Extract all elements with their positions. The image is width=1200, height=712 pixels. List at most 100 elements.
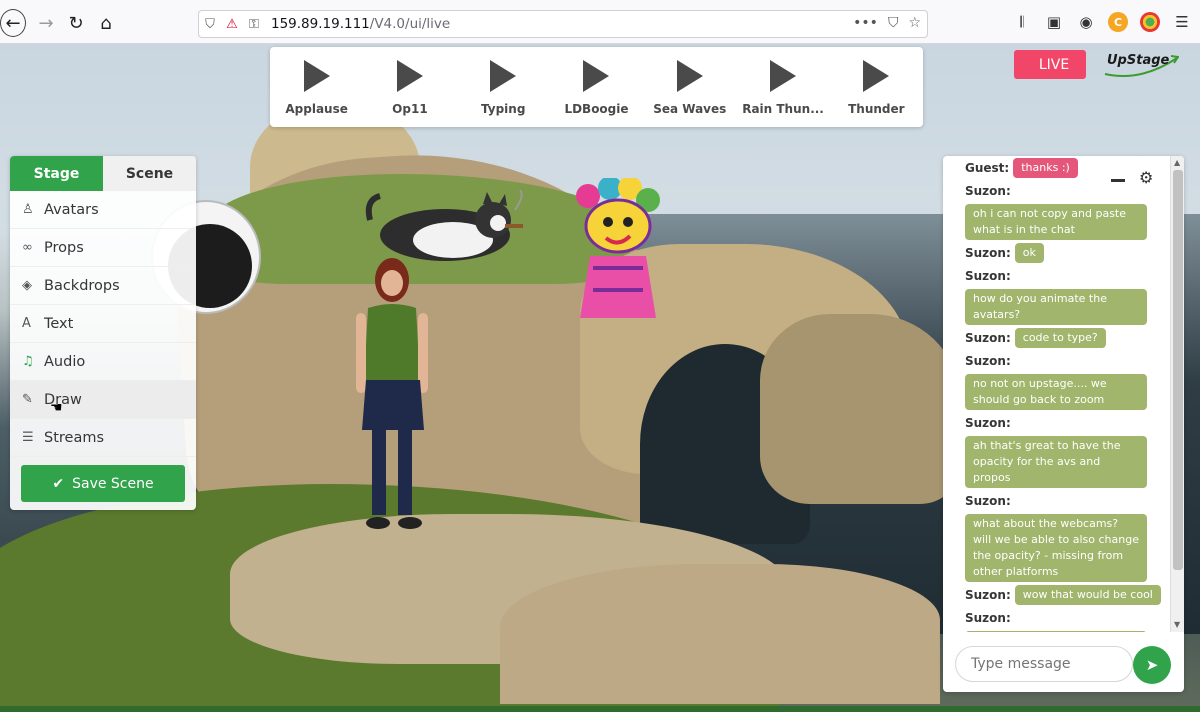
- reload-button[interactable]: ↻: [62, 9, 90, 37]
- chat-bubble: thanks :): [1013, 158, 1078, 178]
- menu-item-audio[interactable]: ♫ Audio: [10, 343, 196, 381]
- hand-cursor-icon: ☚: [50, 400, 63, 416]
- chat-bubble: and it means it does not charge too much…: [965, 631, 1147, 632]
- live-button[interactable]: LIVE: [1014, 50, 1086, 79]
- page-actions-icon[interactable]: •••: [853, 15, 878, 31]
- scrollbar-thumb[interactable]: [1173, 170, 1183, 570]
- send-icon: ➤: [1145, 656, 1159, 674]
- chat-sender: Suzon:: [965, 331, 1011, 345]
- gear-icon[interactable]: ⚙: [1139, 168, 1153, 187]
- url-text: 159.89.19.111/V4.0/ui/live: [271, 16, 451, 32]
- audio-track-ldboogie[interactable]: LDBoogie: [551, 47, 641, 127]
- play-icon[interactable]: [303, 60, 330, 92]
- upstage-logo[interactable]: UpStage: [1103, 48, 1179, 80]
- chat-scrollbar[interactable]: ▲ ▼: [1170, 156, 1184, 632]
- chat-sender: Suzon:: [965, 416, 1011, 430]
- pocket-icon[interactable]: ⛉: [888, 15, 899, 31]
- chat-message: Suzon: wow that would be cool: [965, 584, 1168, 606]
- menu-item-label: Avatars: [44, 201, 99, 218]
- sidebar-icon[interactable]: ▣: [1044, 12, 1064, 32]
- woman-avatar[interactable]: [350, 258, 440, 533]
- menu-icon[interactable]: ☰: [1172, 12, 1192, 32]
- play-icon[interactable]: [490, 60, 517, 92]
- text-icon: A: [22, 316, 31, 331]
- chat-bubble: how do you animate the avatars?: [965, 289, 1147, 325]
- play-icon[interactable]: [396, 60, 423, 92]
- library-icon[interactable]: 𝄃: [1012, 12, 1032, 32]
- tab-stage[interactable]: Stage: [10, 156, 103, 191]
- audio-track-op11[interactable]: Op11: [365, 47, 455, 127]
- send-button[interactable]: ➤: [1133, 646, 1171, 684]
- chat-message: Suzon:: [965, 607, 1168, 629]
- play-icon[interactable]: [770, 60, 797, 92]
- address-bar[interactable]: ⛉ ⚠ ⚿ 159.89.19.111/V4.0/ui/live ••• ⛉ ☆: [198, 10, 928, 38]
- audio-track-label: Applause: [285, 102, 348, 116]
- audio-track-sea-waves[interactable]: Sea Waves: [645, 47, 735, 127]
- chat-sender: Suzon:: [965, 354, 1011, 368]
- backdrop-rocks: [760, 314, 960, 504]
- back-button[interactable]: ←: [0, 9, 26, 37]
- shield-icon[interactable]: ⛉: [199, 17, 221, 32]
- audio-track-label: Rain Thun...: [742, 102, 824, 116]
- minimize-icon[interactable]: [1111, 179, 1125, 182]
- chat-message: Suzon:: [965, 350, 1168, 372]
- menu-item-text[interactable]: A Text: [10, 305, 196, 343]
- menu-item-label: Backdrops: [44, 277, 120, 294]
- account-icon[interactable]: ◉: [1076, 12, 1096, 32]
- chat-message: Suzon: ok: [965, 242, 1168, 264]
- menu-item-label: Audio: [44, 353, 86, 370]
- chat-message-list: Guest: thanks :) Suzon: oh i can not copy a…: [943, 156, 1168, 632]
- svg-text:UpStage: UpStage: [1107, 53, 1170, 68]
- chat-bubble: ah that's great to have the opacity for …: [965, 436, 1147, 488]
- check-icon: ✔: [52, 475, 65, 492]
- chat-message: Suzon:: [965, 490, 1168, 512]
- browser-toolbar: ← → ↻ ⌂ ⛉ ⚠ ⚿ 159.89.19.111/V4.0/ui/live…: [0, 0, 1200, 44]
- pen-icon: ✎: [22, 392, 33, 407]
- extension-color-icon[interactable]: [1140, 12, 1160, 32]
- insecure-icon[interactable]: ⚠: [221, 17, 243, 32]
- chat-bubble: what about the webcams? will we be able …: [965, 514, 1147, 582]
- menu-item-streams[interactable]: ☰ Streams: [10, 419, 196, 457]
- chat-bubble: code to type?: [1014, 328, 1106, 348]
- drawn-character-avatar[interactable]: [568, 178, 668, 328]
- stage-tools-panel: Stage Scene ♙ Avatars ∞ Props ◈ Backdrops A…: [10, 156, 196, 510]
- forward-button[interactable]: →: [32, 9, 60, 37]
- chat-input-area: ➤: [955, 646, 1177, 684]
- play-icon[interactable]: [583, 60, 610, 92]
- audio-track-label: LDBoogie: [564, 102, 629, 116]
- play-icon[interactable]: [863, 60, 890, 92]
- chat-message: Suzon:: [965, 412, 1168, 434]
- audio-track-thunder[interactable]: Thunder: [831, 47, 921, 127]
- chat-panel: Guest: thanks :) Suzon: oh i can not copy a…: [943, 156, 1184, 692]
- audio-track-label: Sea Waves: [653, 102, 727, 116]
- audio-track-applause[interactable]: Applause: [272, 47, 362, 127]
- audio-track-rain-thunder[interactable]: Rain Thun...: [738, 47, 828, 127]
- home-button[interactable]: ⌂: [92, 9, 120, 37]
- menu-item-label: Text: [44, 315, 74, 332]
- tab-scene[interactable]: Scene: [103, 156, 196, 191]
- scroll-up-arrow[interactable]: ▲: [1174, 158, 1180, 167]
- audio-track-label: Typing: [480, 102, 526, 116]
- audio-track-typing[interactable]: Typing: [458, 47, 548, 127]
- chat-bubble: no not on upstage.... we should go back …: [965, 374, 1147, 410]
- user-icon: ♙: [22, 202, 34, 217]
- menu-item-draw[interactable]: ✎ Draw: [10, 381, 196, 419]
- bookmark-star-icon[interactable]: ☆: [908, 15, 921, 31]
- chat-sender: Suzon:: [965, 588, 1011, 602]
- play-icon[interactable]: [676, 60, 703, 92]
- menu-item-avatars[interactable]: ♙ Avatars: [10, 191, 196, 229]
- save-scene-button[interactable]: ✔ Save Scene: [21, 465, 185, 502]
- chat-sender: Suzon:: [965, 269, 1011, 283]
- chat-message: Suzon: code to type?: [965, 327, 1168, 349]
- save-scene-label: Save Scene: [72, 475, 154, 492]
- chat-sender: Suzon:: [965, 246, 1011, 260]
- menu-item-props[interactable]: ∞ Props: [10, 229, 196, 267]
- chat-message-input[interactable]: [955, 646, 1133, 682]
- scroll-down-arrow[interactable]: ▼: [1174, 620, 1180, 629]
- key-icon[interactable]: ⚿: [243, 17, 265, 32]
- menu-item-backdrops[interactable]: ◈ Backdrops: [10, 267, 196, 305]
- chat-sender: Suzon:: [965, 494, 1011, 508]
- extension-icon[interactable]: C: [1108, 12, 1128, 32]
- menu-item-label: Streams: [44, 429, 105, 446]
- chat-sender: Suzon:: [965, 184, 1011, 198]
